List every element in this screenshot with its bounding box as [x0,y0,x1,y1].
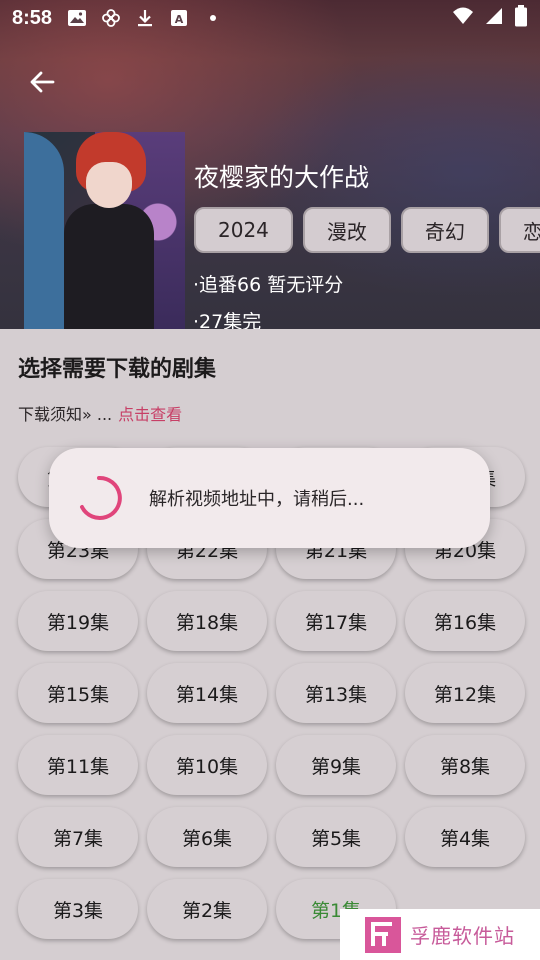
download-notice: 下载须知» ... 点击查看 [18,401,182,425]
battery-icon [514,4,528,32]
status-bar: 8:58 A [0,0,540,36]
episode-button[interactable]: 第2集 [147,879,267,939]
tag-fantasy[interactable]: 奇幻 [400,207,489,253]
dot-icon [202,7,224,29]
tag-list: 2024 漫改 奇幻 恋 [194,207,540,253]
episode-button[interactable]: 第18集 [147,591,267,651]
svg-text:A: A [175,13,184,26]
watermark-text: 孚鹿软件站 [410,924,515,948]
episode-button[interactable]: 第11集 [18,735,138,795]
episode-button[interactable]: 第9集 [276,735,396,795]
back-button[interactable] [22,64,62,104]
episode-button[interactable]: 第7集 [18,807,138,867]
image-icon [66,7,88,29]
download-sheet: 选择需要下载的剧集 下载须知» ...点击查看 第27集第26集第25集第24集… [0,329,540,960]
signal-icon [484,6,504,31]
site-logo-icon [364,916,402,954]
watermark: 孚鹿软件站 [340,909,540,960]
wifi-icon [452,6,474,31]
anime-title: 夜樱家的大作战 [194,163,370,192]
episode-button[interactable]: 第3集 [18,879,138,939]
notice-text: 下载须知» ... [18,405,113,424]
loading-dialog: 解析视频地址中，请稍后... [49,448,490,548]
episode-button[interactable]: 第14集 [147,663,267,723]
loading-spinner-icon [75,474,123,522]
episode-button[interactable]: 第17集 [276,591,396,651]
episode-button[interactable]: 第6集 [147,807,267,867]
loading-message: 解析视频地址中，请稍后... [149,489,365,510]
episode-button[interactable]: 第15集 [18,663,138,723]
follow-count: ·追番66 暂无评分 [193,274,344,296]
episode-button[interactable]: 第4集 [405,807,525,867]
tag-adaptation[interactable]: 漫改 [302,207,391,253]
episode-button[interactable]: 第10集 [147,735,267,795]
download-icon [134,7,156,29]
episode-button[interactable]: 第8集 [405,735,525,795]
episode-button[interactable]: 第16集 [405,591,525,651]
episode-button[interactable]: 第19集 [18,591,138,651]
tag-year[interactable]: 2024 [194,207,293,253]
cover-image [24,132,185,332]
text-a-icon: A [168,7,190,29]
episode-button[interactable]: 第5集 [276,807,396,867]
episode-button[interactable]: 第12集 [405,663,525,723]
notice-link[interactable]: 点击查看 [118,405,182,424]
sheet-title: 选择需要下载的剧集 [18,357,217,382]
episode-button[interactable]: 第13集 [276,663,396,723]
status-time: 8:58 [12,6,53,29]
pinwheel-icon [100,7,122,29]
tag-romance[interactable]: 恋 [498,207,540,253]
arrow-left-icon [27,67,57,101]
